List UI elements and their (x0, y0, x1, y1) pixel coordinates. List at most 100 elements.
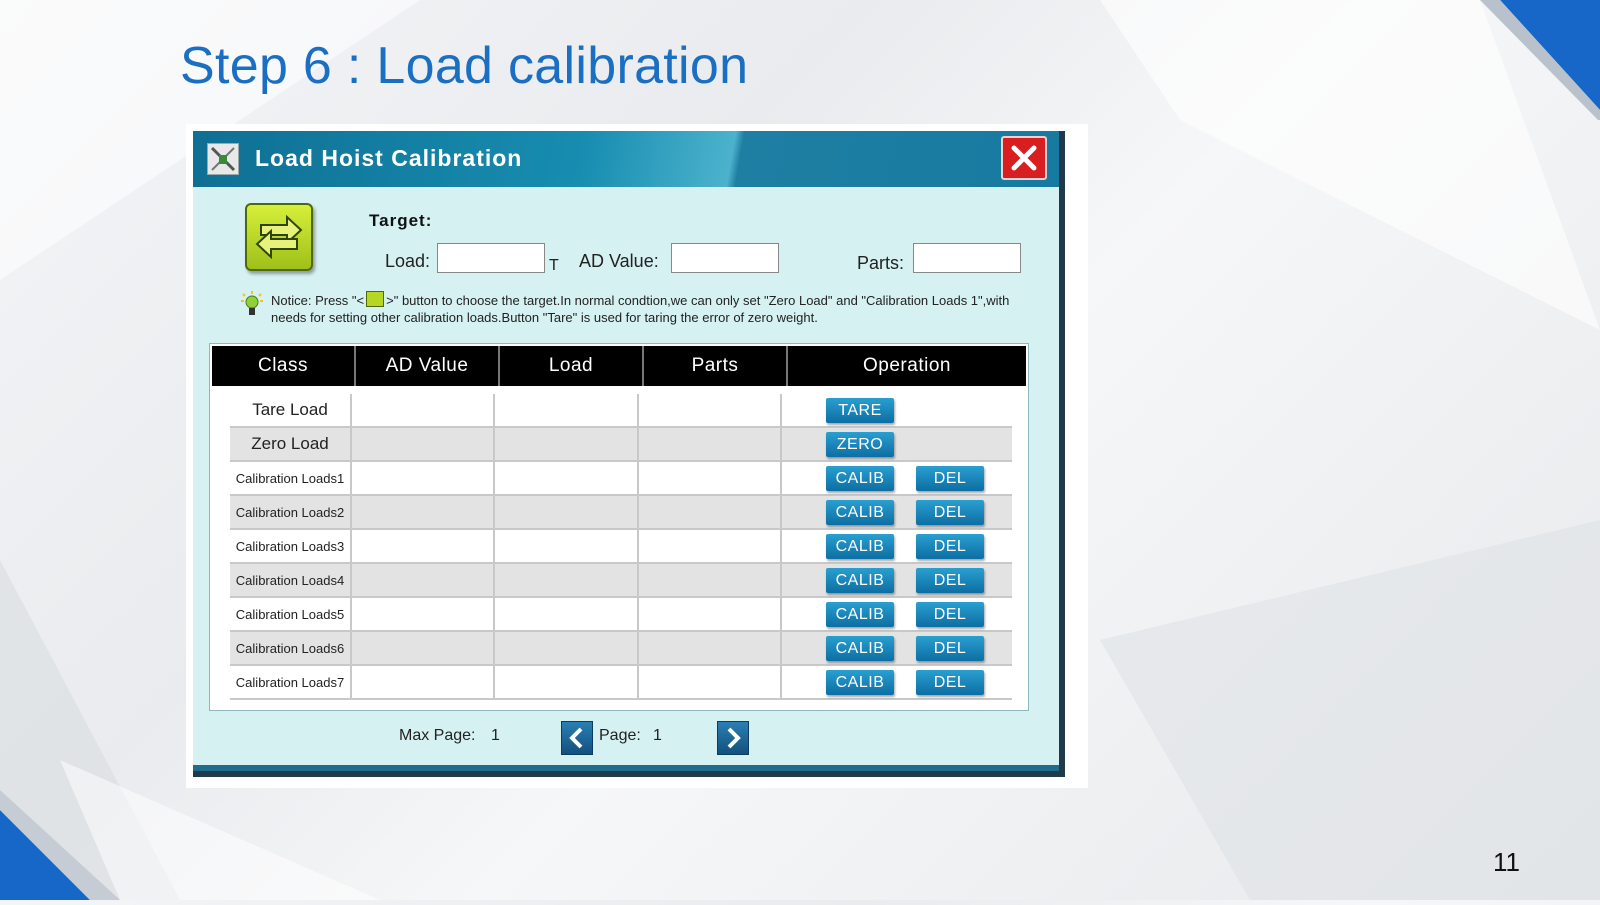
parts-cell (641, 462, 782, 494)
parts-cell (641, 530, 782, 562)
ad-cell (354, 394, 495, 426)
notice-text: Notice: Press "< >" button to choose the … (271, 291, 1041, 326)
calib-button[interactable]: CALIB (826, 602, 894, 627)
load-input[interactable] (437, 243, 545, 273)
screenshot-frame: Load Hoist Calibration Target: Load: T A… (186, 124, 1088, 788)
chevron-left-icon (569, 727, 583, 749)
calibration-table: Class AD Value Load Parts Operation Tare Loa… (209, 343, 1029, 711)
column-header: Class (212, 346, 356, 386)
table-row: Calibration Loads4 CALIB DEL (230, 564, 1012, 598)
next-page-button[interactable] (717, 721, 749, 755)
calib-button[interactable]: CALIB (826, 568, 894, 593)
row-class: Calibration Loads1 (230, 462, 352, 494)
parts-label: Parts: (857, 253, 905, 273)
table-row: Calibration Loads2 CALIB DEL (230, 496, 1012, 530)
column-header: Parts (644, 346, 788, 386)
table-body: Tare Load TARE Zero Load ZERO Calibration Lo… (230, 394, 1012, 700)
window-titlebar: Load Hoist Calibration (193, 131, 1059, 187)
parts-cell (641, 394, 782, 426)
max-page-value: 1 (491, 727, 500, 744)
target-heading: Target: (369, 211, 433, 230)
zero-button[interactable]: ZERO (826, 432, 894, 457)
window-title: Load Hoist Calibration (255, 145, 523, 171)
table-row: Calibration Loads3 CALIB DEL (230, 530, 1012, 564)
tare-button[interactable]: TARE (826, 398, 894, 423)
row-class: Calibration Loads7 (230, 666, 352, 698)
calib-button[interactable]: CALIB (826, 670, 894, 695)
ad-value-label: AD Value: (579, 251, 659, 271)
row-class: Calibration Loads2 (230, 496, 352, 528)
parts-cell (641, 632, 782, 664)
column-header: Operation (863, 355, 951, 376)
ad-cell (354, 564, 495, 596)
parts-cell (641, 496, 782, 528)
del-button[interactable]: DEL (916, 568, 984, 593)
parts-cell (641, 666, 782, 698)
switch-target-button[interactable] (245, 203, 313, 271)
row-class: Tare Load (230, 394, 352, 426)
load-cell (498, 428, 639, 460)
hoist-app-icon (207, 143, 239, 175)
ad-cell (354, 666, 495, 698)
parts-input[interactable] (913, 243, 1021, 273)
load-cell (498, 462, 639, 494)
page-value: 1 (653, 727, 662, 744)
chevron-right-icon (727, 727, 741, 749)
calib-button[interactable]: CALIB (826, 534, 894, 559)
row-class: Calibration Loads4 (230, 564, 352, 596)
load-label: Load: (385, 251, 431, 271)
corner-accent-top-right (1460, 0, 1600, 122)
ad-cell (354, 632, 495, 664)
row-class: Calibration Loads5 (230, 598, 352, 630)
load-cell (498, 666, 639, 698)
ad-cell (354, 462, 495, 494)
max-page-label: Max Page: (399, 727, 476, 744)
ad-cell (354, 598, 495, 630)
load-unit: T (549, 257, 559, 274)
table-row: Tare Load TARE (230, 394, 1012, 428)
table-row: Zero Load ZERO (230, 428, 1012, 462)
slide-title: Step 6 : Load calibration (180, 37, 749, 95)
del-button[interactable]: DEL (916, 636, 984, 661)
swap-mini-icon (366, 291, 385, 307)
parts-cell (641, 564, 782, 596)
load-cell (498, 394, 639, 426)
pager: Max Page: 1 Page: 1 (193, 715, 1059, 761)
close-icon (1011, 145, 1037, 171)
del-button[interactable]: DEL (916, 500, 984, 525)
ad-cell (354, 428, 495, 460)
del-button[interactable]: DEL (916, 602, 984, 627)
parts-cell (641, 598, 782, 630)
load-cell (498, 530, 639, 562)
del-button[interactable]: DEL (916, 670, 984, 695)
row-class: Zero Load (230, 428, 352, 460)
corner-accent-bottom-left (0, 760, 140, 900)
load-cell (498, 632, 639, 664)
del-button[interactable]: DEL (916, 534, 984, 559)
close-button[interactable] (1001, 136, 1047, 180)
calib-button[interactable]: CALIB (826, 466, 894, 491)
lightbulb-icon (239, 291, 265, 326)
load-cell (498, 564, 639, 596)
page-label: Page: (599, 727, 641, 744)
parts-cell (641, 428, 782, 460)
table-row: Calibration Loads6 CALIB DEL (230, 632, 1012, 666)
notice-prefix: Notice: Press "< (271, 293, 365, 308)
window-bottom-strip (193, 765, 1059, 771)
row-class: Calibration Loads6 (230, 632, 352, 664)
column-header: AD Value (356, 346, 500, 386)
swap-arrows-icon (255, 214, 303, 260)
table-row: Calibration Loads5 CALIB DEL (230, 598, 1012, 632)
calib-button[interactable]: CALIB (826, 636, 894, 661)
slide-page-number: 11 (1493, 847, 1520, 877)
column-header: Load (500, 346, 644, 386)
ad-cell (354, 530, 495, 562)
ad-cell (354, 496, 495, 528)
table-row: Calibration Loads7 CALIB DEL (230, 666, 1012, 700)
del-button[interactable]: DEL (916, 466, 984, 491)
table-row: Calibration Loads1 CALIB DEL (230, 462, 1012, 496)
ad-value-input[interactable] (671, 243, 779, 273)
prev-page-button[interactable] (561, 721, 593, 755)
load-cell (498, 598, 639, 630)
calib-button[interactable]: CALIB (826, 500, 894, 525)
